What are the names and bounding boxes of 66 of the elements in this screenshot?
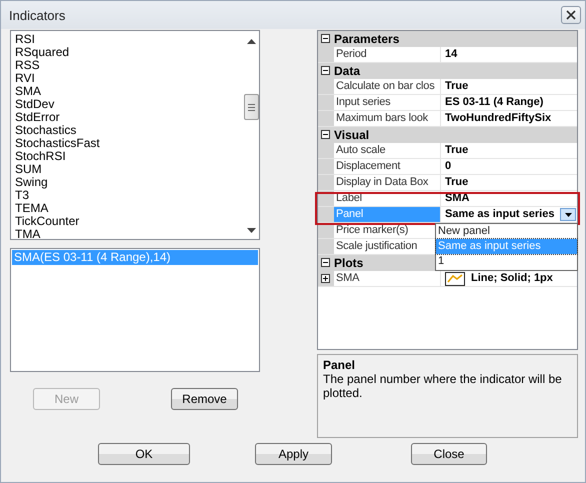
indicator-item[interactable]: T3 [15, 189, 243, 202]
category-header: Parameters [334, 32, 400, 46]
property-name[interactable]: Input series [334, 95, 441, 110]
indicator-item[interactable]: Swing [15, 176, 243, 189]
property-row[interactable]: Auto scale True [318, 143, 577, 159]
property-name[interactable]: Label [334, 191, 441, 206]
property-row[interactable]: Maximum bars look TwoHundredFiftySix [318, 111, 577, 127]
indicator-item[interactable]: TickCounter [15, 215, 243, 228]
property-row[interactable]: Input series ES 03-11 (4 Range) [318, 95, 577, 111]
property-value: Line; Solid; 1px [471, 271, 553, 286]
property-value: 0 [445, 159, 452, 174]
ok-button[interactable]: OK [98, 443, 190, 465]
collapse-icon[interactable] [321, 258, 330, 267]
property-row[interactable]: Panel Same as input series [318, 207, 577, 223]
property-value: Same as input series [445, 207, 554, 222]
indicator-item[interactable]: RVI [15, 72, 243, 85]
property-name[interactable]: Display in Data Box [334, 175, 441, 190]
remove-button[interactable]: Remove [171, 388, 238, 410]
property-row[interactable]: SMA Line; Solid; 1px [318, 271, 577, 287]
category-header: Plots [334, 256, 364, 270]
property-name[interactable]: Maximum bars look [334, 111, 441, 126]
property-row[interactable]: Period 14 [318, 47, 577, 63]
property-value: TwoHundredFiftySix [445, 111, 552, 126]
indicator-item[interactable]: Stochastics [15, 124, 243, 137]
property-value: True [445, 175, 468, 190]
scroll-up-icon[interactable] [246, 39, 256, 44]
property-value: True [445, 143, 468, 158]
collapse-icon[interactable] [321, 130, 330, 139]
dropdown-option[interactable]: 1 [436, 254, 577, 269]
property-name[interactable]: Displacement [334, 159, 441, 174]
property-value: ES 03-11 (4 Range) [445, 95, 544, 110]
property-value: True [445, 79, 468, 94]
indicator-item[interactable]: StochasticsFast [15, 137, 243, 150]
close-button[interactable]: Close [411, 443, 487, 465]
property-row[interactable]: Display in Data Box True [318, 175, 577, 191]
scroll-down-icon[interactable] [246, 228, 256, 233]
apply-button[interactable]: Apply [255, 443, 332, 465]
expand-icon[interactable] [321, 274, 330, 283]
indicator-item[interactable]: StochRSI [15, 150, 243, 163]
close-button[interactable] [561, 6, 581, 24]
category-header: Data [334, 64, 360, 78]
indicator-item[interactable]: TEMA [15, 202, 243, 215]
indicator-item[interactable]: TMA [15, 228, 243, 241]
indicator-item[interactable]: StdError [15, 111, 243, 124]
close-icon [566, 10, 576, 20]
indicator-item[interactable]: RSI [15, 33, 243, 46]
description-text: The panel number where the indicator will be plotted. [323, 372, 563, 400]
dropdown-button[interactable] [560, 208, 576, 221]
property-name[interactable]: Auto scale [334, 143, 441, 158]
indicator-item[interactable]: SUM [15, 163, 243, 176]
indicator-item[interactable]: RSS [15, 59, 243, 72]
indicator-item[interactable]: RSquared [15, 46, 243, 59]
scroll-thumb[interactable] [244, 94, 258, 120]
property-row[interactable]: Calculate on bar clos True [318, 79, 577, 95]
property-name[interactable]: Period [334, 47, 441, 62]
description-title: Panel [323, 358, 356, 372]
property-name[interactable]: Calculate on bar clos [334, 79, 441, 94]
collapse-icon[interactable] [321, 66, 330, 75]
category-header: Visual [334, 128, 370, 142]
indicator-item[interactable]: StdDev [15, 98, 243, 111]
caret-icon [564, 212, 572, 216]
property-value: 14 [445, 47, 458, 62]
window-title: Indicators [9, 8, 66, 22]
property-row[interactable]: Displacement 0 [318, 159, 577, 175]
collapse-icon[interactable] [321, 34, 330, 43]
indicator-item[interactable]: SMA [15, 85, 243, 98]
